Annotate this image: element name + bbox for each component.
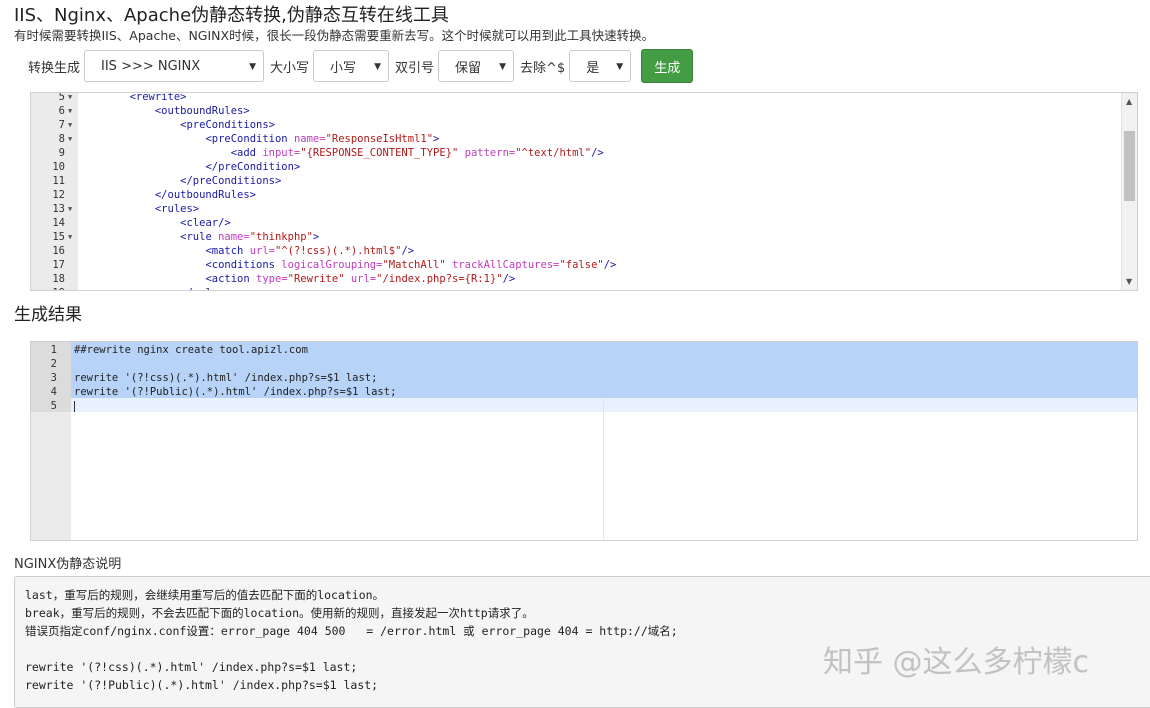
case-select[interactable]: 小写 ▼ — [313, 50, 390, 82]
case-label: 大小写 — [270, 60, 310, 76]
code-text: <action type="Rewrite" url="/index.php?s… — [205, 273, 516, 285]
result-line: 5 — [31, 399, 1137, 413]
watermark: 知乎 @这么多柠檬c — [823, 645, 1090, 680]
result-editor[interactable]: 1 ##rewrite nginx create tool.apizl.com 2 3… — [30, 341, 1138, 541]
convert-label: 转换生成 — [28, 60, 81, 76]
line-number: 5 — [50, 400, 57, 412]
result-text: rewrite '(?!css)(.*).html' /index.php?s=… — [74, 372, 378, 384]
code-line: 8 ▼ <preCondition name="ResponseIsHtml1"> — [31, 132, 1121, 146]
line-number: 9 — [58, 147, 65, 159]
source-scrollbar[interactable]: ▲ ▼ — [1121, 93, 1137, 290]
line-number: 11 — [52, 175, 65, 187]
line-number: 15 — [52, 231, 65, 243]
result-line: 2 — [31, 357, 1137, 371]
scroll-up-icon[interactable]: ▲ — [1126, 97, 1132, 106]
code-line: 11 </preConditions> — [31, 174, 1121, 188]
code-text: <add input="{RESPONSE_CONTENT_TYPE}" pat… — [230, 147, 604, 159]
line-number: 18 — [52, 273, 65, 285]
fold-triangle-icon[interactable]: ▼ — [68, 132, 72, 146]
code-text: <rule name="thinkphp"> — [180, 231, 320, 243]
quote-select-value: 保留 — [455, 60, 482, 76]
fold-triangle-icon[interactable]: ▼ — [68, 93, 72, 104]
code-line: 5 ▼ <rewrite> — [31, 92, 1121, 104]
code-text: <preCondition name="ResponseIsHtml1"> — [205, 133, 440, 145]
chevron-down-icon: ▼ — [249, 62, 257, 72]
line-number: 16 — [52, 245, 65, 257]
case-select-value: 小写 — [330, 60, 357, 76]
chevron-down-icon: ▼ — [616, 62, 624, 72]
notes-line: break，重写后的规则，不会去匹配下面的location。使用新的规则，直接发… — [25, 606, 534, 620]
line-number: 12 — [52, 189, 65, 201]
code-text: <conditions logicalGrouping="MatchAll" t… — [205, 259, 617, 271]
result-text: rewrite '(?!Public)(.*).html' /index.php… — [74, 386, 397, 398]
code-text: <clear/> — [180, 217, 231, 229]
code-line: 17 <conditions logicalGrouping="MatchAll… — [31, 258, 1121, 272]
code-line: 7 ▼ <preConditions> — [31, 118, 1121, 132]
fold-triangle-icon[interactable]: ▼ — [68, 230, 72, 244]
line-number: 10 — [52, 161, 65, 173]
line-number: 6 — [58, 105, 65, 117]
convert-select[interactable]: IIS >>> NGINX ▼ — [84, 50, 265, 82]
page-subtitle: 有时候需要转换IIS、Apache、NGINX时候，很长一段伪静态需要重新去写。… — [14, 28, 655, 43]
notes-title: NGINX伪静态说明 — [14, 557, 122, 572]
generate-button[interactable]: 生成 — [641, 49, 694, 83]
scrollbar-thumb[interactable] — [1124, 131, 1135, 201]
code-text: <rewrite> — [129, 92, 187, 103]
code-line: 10 </preCondition> — [31, 160, 1121, 174]
fold-triangle-icon[interactable]: ▼ — [68, 202, 72, 216]
code-line: 15 ▼ <rule name="thinkphp"> — [31, 230, 1121, 244]
code-text: <preConditions> — [180, 119, 275, 131]
scroll-down-icon[interactable]: ▼ — [1126, 277, 1132, 286]
code-text: </rule> — [79, 286, 224, 290]
line-number: 5 — [58, 92, 65, 103]
code-text: </outboundRules> — [154, 189, 257, 201]
code-line: 18 <action type="Rewrite" url="/index.ph… — [31, 272, 1121, 286]
result-line: 3 rewrite '(?!css)(.*).html' /index.php?s… — [31, 371, 1137, 385]
result-title: 生成结果 — [14, 305, 82, 325]
caret-select[interactable]: 是 ▼ — [569, 50, 632, 82]
fold-triangle-icon[interactable]: ▼ — [68, 118, 72, 132]
line-number: 4 — [50, 386, 57, 398]
code-line: 9 <add input="{RESPONSE_CONTENT_TYPE}" p… — [31, 146, 1121, 160]
text-cursor — [74, 401, 75, 412]
code-text: </preCondition> — [205, 161, 301, 173]
code-line: 13 ▼ <rules> — [31, 202, 1121, 216]
toolbar: 转换生成 IIS >>> NGINX ▼ 大小写 小写 ▼ 双引号 保留 ▼ 去… — [28, 48, 694, 84]
source-editor[interactable]: 5 ▼ <rewrite> 6 ▼ <outboundRules> 7 ▼ <preCon… — [30, 92, 1138, 291]
line-number: 19 — [31, 286, 65, 290]
line-number: 8 — [58, 133, 65, 145]
code-line: 16 <match url="^(?!css)(.*).html$"/> — [31, 244, 1121, 258]
code-text: <outboundRules> — [154, 105, 250, 117]
code-line: 12 </outboundRules> — [31, 188, 1121, 202]
quote-select[interactable]: 保留 ▼ — [438, 50, 515, 82]
code-line: 19 </rule> — [31, 286, 1121, 290]
chevron-down-icon: ▼ — [374, 62, 382, 72]
source-code[interactable]: 5 ▼ <rewrite> 6 ▼ <outboundRules> 7 ▼ <preCon… — [31, 92, 1121, 290]
line-number: 3 — [50, 372, 57, 384]
result-code[interactable]: 1 ##rewrite nginx create tool.apizl.com 2 3… — [31, 343, 1137, 413]
caret-label: 去除^$ — [520, 60, 566, 76]
code-text: <rules> — [154, 203, 200, 215]
line-number: 7 — [58, 119, 65, 131]
quote-label: 双引号 — [395, 60, 435, 76]
fold-triangle-icon[interactable]: ▼ — [68, 104, 72, 118]
line-number: 1 — [50, 344, 57, 356]
line-number: 14 — [52, 217, 65, 229]
result-text: ##rewrite nginx create tool.apizl.com — [74, 344, 308, 356]
code-text: </preConditions> — [180, 175, 282, 187]
code-line: 6 ▼ <outboundRules> — [31, 104, 1121, 118]
line-number: 17 — [52, 259, 65, 271]
notes-line: last，重写后的规则，会继续用重写后的值去匹配下面的location。 — [25, 588, 385, 602]
print-margin — [603, 398, 604, 540]
caret-select-value: 是 — [586, 60, 600, 76]
result-line: 1 ##rewrite nginx create tool.apizl.com — [31, 343, 1137, 357]
chevron-down-icon: ▼ — [499, 62, 507, 72]
code-text: <match url="^(?!css)(.*).html$"/> — [205, 245, 415, 257]
line-number: 2 — [50, 358, 57, 370]
page-title: IIS、Nginx、Apache伪静态转换,伪静态互转在线工具 — [14, 5, 449, 26]
line-number: 13 — [52, 203, 65, 215]
result-line: 4 rewrite '(?!Public)(.*).html' /index.ph… — [31, 385, 1137, 399]
convert-select-value: IIS >>> NGINX — [101, 58, 201, 74]
code-line: 14 <clear/> — [31, 216, 1121, 230]
